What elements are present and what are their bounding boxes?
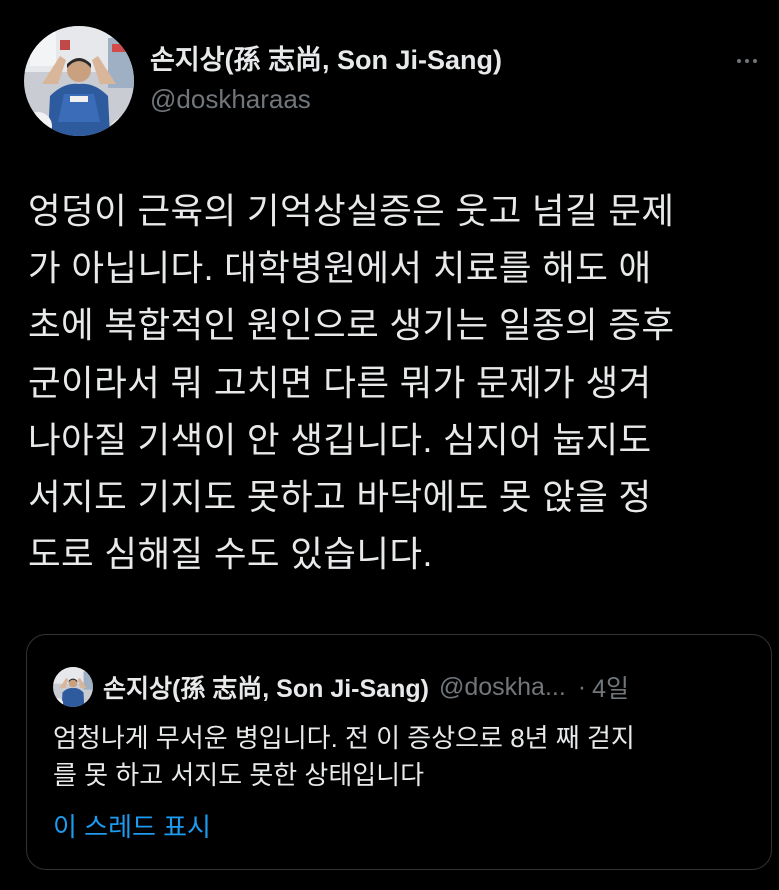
tweet-text-line: 도로 심해질 수도 있습니다. (28, 534, 433, 575)
quoted-timestamp[interactable]: 4일 (592, 669, 629, 705)
more-horizontal-icon (745, 59, 749, 63)
quoted-tweet-text: 엄청나게 무서운 병입니다. 전 이 증상으로 8년 째 걷지 를 못 하고 서… (53, 720, 753, 794)
show-thread-link[interactable]: 이 스레드 표시 (53, 809, 211, 845)
quoted-tweet-header: 손지상(孫 志尚, Son Ji-Sang) @doskha... · 4일 (53, 665, 629, 709)
quoted-separator: · (577, 672, 587, 701)
tweet-text-line: 나아질 기색이 안 생깁니다. 심지어 눕지도 (28, 419, 652, 460)
tweet-text-line: 초에 복합적인 원인으로 생기는 일종의 증후 (28, 305, 675, 346)
quoted-tweet-card[interactable]: 손지상(孫 志尚, Son Ji-Sang) @doskha... · 4일 엄… (26, 634, 772, 870)
more-options-button[interactable] (729, 46, 765, 76)
author-info: 손지상(孫 志尚, Son Ji-Sang) @doskharaas (150, 42, 502, 116)
tweet-text-line: 엉덩이 근육의 기억상실증은 웃고 넘길 문제 (28, 191, 675, 231)
tweet-text: 엉덩이 근육의 기억상실증은 웃고 넘길 문제 가 아닙니다. 대학병원에서 치… (28, 183, 763, 583)
tweet: 손지상(孫 志尚, Son Ji-Sang) @doskharaas 엉덩이 근… (0, 0, 779, 890)
author-avatar[interactable] (24, 26, 134, 136)
author-handle[interactable]: @doskharaas (150, 82, 502, 116)
tweet-text-line: 가 아닙니다. 대학병원에서 치료를 해도 애 (28, 248, 652, 289)
quoted-text-line: 엄청나게 무서운 병입니다. 전 이 증상으로 8년 째 걷지 (53, 723, 635, 753)
quoted-author-display-name[interactable]: 손지상(孫 志尚, Son Ji-Sang) (103, 669, 429, 705)
more-horizontal-icon (753, 59, 757, 63)
more-horizontal-icon (737, 59, 741, 63)
quoted-text-line: 를 못 하고 서지도 못한 상태입니다 (53, 760, 424, 790)
tweet-text-line: 서지도 기지도 못하고 바닥에도 못 앉을 정 (28, 477, 652, 518)
tweet-text-line: 군이라서 뭐 고치면 다른 뭐가 문제가 생겨 (28, 362, 652, 403)
quoted-author-handle[interactable]: @doskha... (439, 673, 566, 702)
author-display-name[interactable]: 손지상(孫 志尚, Son Ji-Sang) (150, 42, 502, 78)
quoted-author-avatar[interactable] (53, 667, 93, 707)
